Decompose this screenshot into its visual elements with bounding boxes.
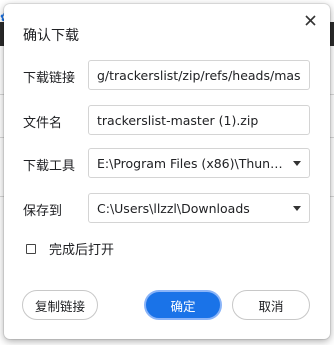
close-button[interactable] <box>300 10 320 30</box>
file-name-input[interactable] <box>97 112 301 128</box>
open-after-complete-option[interactable]: 完成后打开 <box>26 239 114 258</box>
chevron-down-icon <box>293 160 301 166</box>
download-link-input[interactable] <box>97 67 301 83</box>
confirm-button[interactable]: 确定 <box>144 290 222 320</box>
save-to-select[interactable]: C:\Users\llzzl\Downloads <box>88 193 310 223</box>
cancel-button[interactable]: 取消 <box>232 290 310 320</box>
save-to-value: C:\Users\llzzl\Downloads <box>97 200 250 216</box>
save-to-label: 保存到 <box>23 204 63 219</box>
confirm-download-dialog: 确认下载 下载链接 文件名 下载工具 E:\Program Files (x86… <box>4 4 330 339</box>
file-name-label: 文件名 <box>23 116 63 131</box>
file-name-field[interactable] <box>88 105 310 135</box>
download-tool-value: E:\Program Files (x86)\Thund… <box>97 155 287 171</box>
chevron-down-icon <box>293 205 301 211</box>
download-tool-select[interactable]: E:\Program Files (x86)\Thund… <box>88 148 310 178</box>
download-link-field[interactable] <box>88 60 310 90</box>
checkbox-icon[interactable] <box>26 243 36 254</box>
download-tool-label: 下载工具 <box>23 159 76 174</box>
download-link-label: 下载链接 <box>23 71 76 86</box>
open-after-complete-label: 完成后打开 <box>49 243 115 258</box>
dialog-title: 确认下载 <box>23 28 79 44</box>
copy-link-button[interactable]: 复制链接 <box>22 290 98 320</box>
close-icon <box>304 14 316 26</box>
